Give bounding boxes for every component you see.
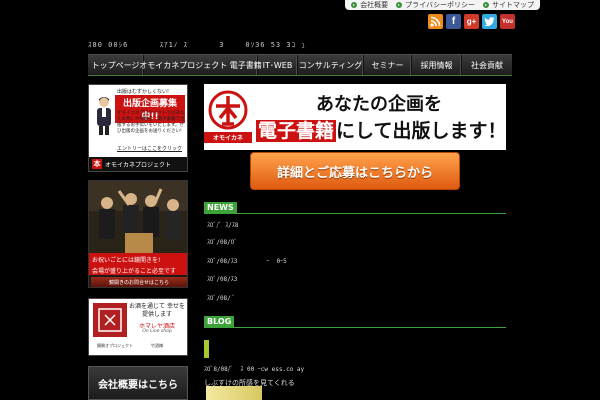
- apply-details-button[interactable]: 詳細とご応募はこちらから: [250, 152, 460, 190]
- person-illustration: [97, 97, 111, 135]
- nav-item-omoikane[interactable]: オモイカネプロジェクト 電子書籍: [139, 55, 262, 75]
- blog-header: BLOG: [204, 316, 506, 328]
- shop-tagline: お酒を通じて 幸せを提供します: [129, 303, 185, 318]
- banner-homareya-shop[interactable]: お酒を通じて 幸せを提供します ホマレヤ酒店 On Line shop 鏡開きプ…: [88, 298, 188, 356]
- arrow-icon: [483, 2, 489, 8]
- product-label: 鏡開きプロジェクト: [97, 343, 133, 348]
- banner-kagami-biraki[interactable]: お祝いごとには鏡開きを! 会場が盛り上がること必至です 鏡開きのお問合せはこちら: [88, 180, 188, 288]
- nav-item-top[interactable]: トップページ: [88, 55, 144, 75]
- youtube-icon[interactable]: You: [500, 14, 515, 29]
- promo-banner[interactable]: オモイカネ あなたの企画を 電子書籍 にして出版します！: [204, 84, 506, 150]
- promo-headline-1: あなたの企画を: [316, 94, 442, 115]
- arrow-icon: [351, 2, 358, 8]
- utility-link-sitemap[interactable]: サイトマップ: [483, 0, 534, 10]
- header-tagline: ｽ80 00ｼ6 ｽｱ1ﾉ ｽ 3 0ｿ36 53 3ｺ ｭ: [88, 41, 306, 49]
- social-links: f g+ You: [428, 14, 515, 29]
- banner-body: オモイカネプロジェクトではあなたの想いや経験を、電子書籍で出版するお手伝いをいた…: [117, 111, 185, 134]
- utility-link-privacy[interactable]: プライバシーポリシー: [396, 0, 475, 10]
- arrow-icon: [396, 2, 403, 8]
- promo-headline-2: 電子書籍 にして出版します！: [256, 120, 507, 142]
- banner-caption: お祝いごとには鏡開きを! 会場が盛り上がること必至です: [89, 253, 187, 275]
- kagami-inquiry-button[interactable]: 鏡開きのお問合せはこちら: [91, 277, 187, 287]
- banner-publishing-recruitment[interactable]: 出版はむずかしくない! 出版企画募集中!! オモイカネプロジェクトではあなたの想…: [88, 84, 188, 172]
- banner-footer: 本 オモイカネプロジェクト: [89, 157, 187, 171]
- google-plus-icon[interactable]: g+: [464, 14, 479, 29]
- rss-icon[interactable]: [428, 14, 443, 29]
- nav-item-seminar[interactable]: セミナー: [364, 55, 412, 75]
- promo-logo-label: オモイカネ: [204, 132, 252, 143]
- news-item[interactable]: ｽ0ﾞ/ﾞ ｽ/ｽ8: [207, 220, 239, 229]
- product-label: 竹酒樽: [151, 343, 163, 348]
- utility-bar: 会社概要 プライバシーポリシー サイトマップ: [0, 0, 600, 10]
- blog-meta: ｽ0ﾞ8/08/ﾞ ｽ 00 ｰcw ess.co ay: [204, 366, 305, 373]
- nav-item-it-web[interactable]: IT･WEB: [258, 55, 298, 75]
- homareya-logo-icon: [93, 303, 127, 337]
- banner-entry-link[interactable]: エントリーはここをクリック: [117, 145, 182, 152]
- shop-name-en: On Line shop: [142, 329, 172, 334]
- news-item[interactable]: ｽ0ﾞ/08/0ﾞ: [207, 237, 237, 246]
- omoikane-logo-icon: 本: [92, 159, 102, 169]
- nav-item-social[interactable]: 社会貢献: [462, 55, 512, 75]
- omoikane-logo-icon: [208, 90, 248, 130]
- nav-item-recruit[interactable]: 採用情報: [412, 55, 462, 75]
- blog-thumbnail[interactable]: [206, 386, 262, 400]
- facebook-icon[interactable]: f: [446, 14, 461, 29]
- main-nav: トップページ オモイカネプロジェクト 電子書籍 IT･WEB コンサルティング …: [88, 54, 512, 76]
- twitter-icon[interactable]: [482, 14, 497, 29]
- news-item[interactable]: ｽ0ﾞ/08/ ﾞ: [207, 293, 235, 302]
- nav-item-consulting[interactable]: コンサルティング: [298, 55, 364, 75]
- news-item[interactable]: ｽ0ﾞ/08/ｽ3: [207, 274, 237, 283]
- celebration-photo: [89, 181, 187, 253]
- blog-accent-bar: [204, 340, 209, 358]
- news-header: NEWS: [204, 202, 506, 214]
- utility-links: 会社概要 プライバシーポリシー サイトマップ: [345, 0, 540, 10]
- utility-link-company[interactable]: 会社概要: [351, 0, 388, 10]
- company-info-button[interactable]: 会社概要はこちら: [88, 366, 188, 400]
- banner-subhead: 出版はむずかしくない!: [117, 89, 170, 95]
- news-item[interactable]: ｽ0ﾞ/08/ｽ3 ｰ 0ｰ5: [207, 256, 287, 265]
